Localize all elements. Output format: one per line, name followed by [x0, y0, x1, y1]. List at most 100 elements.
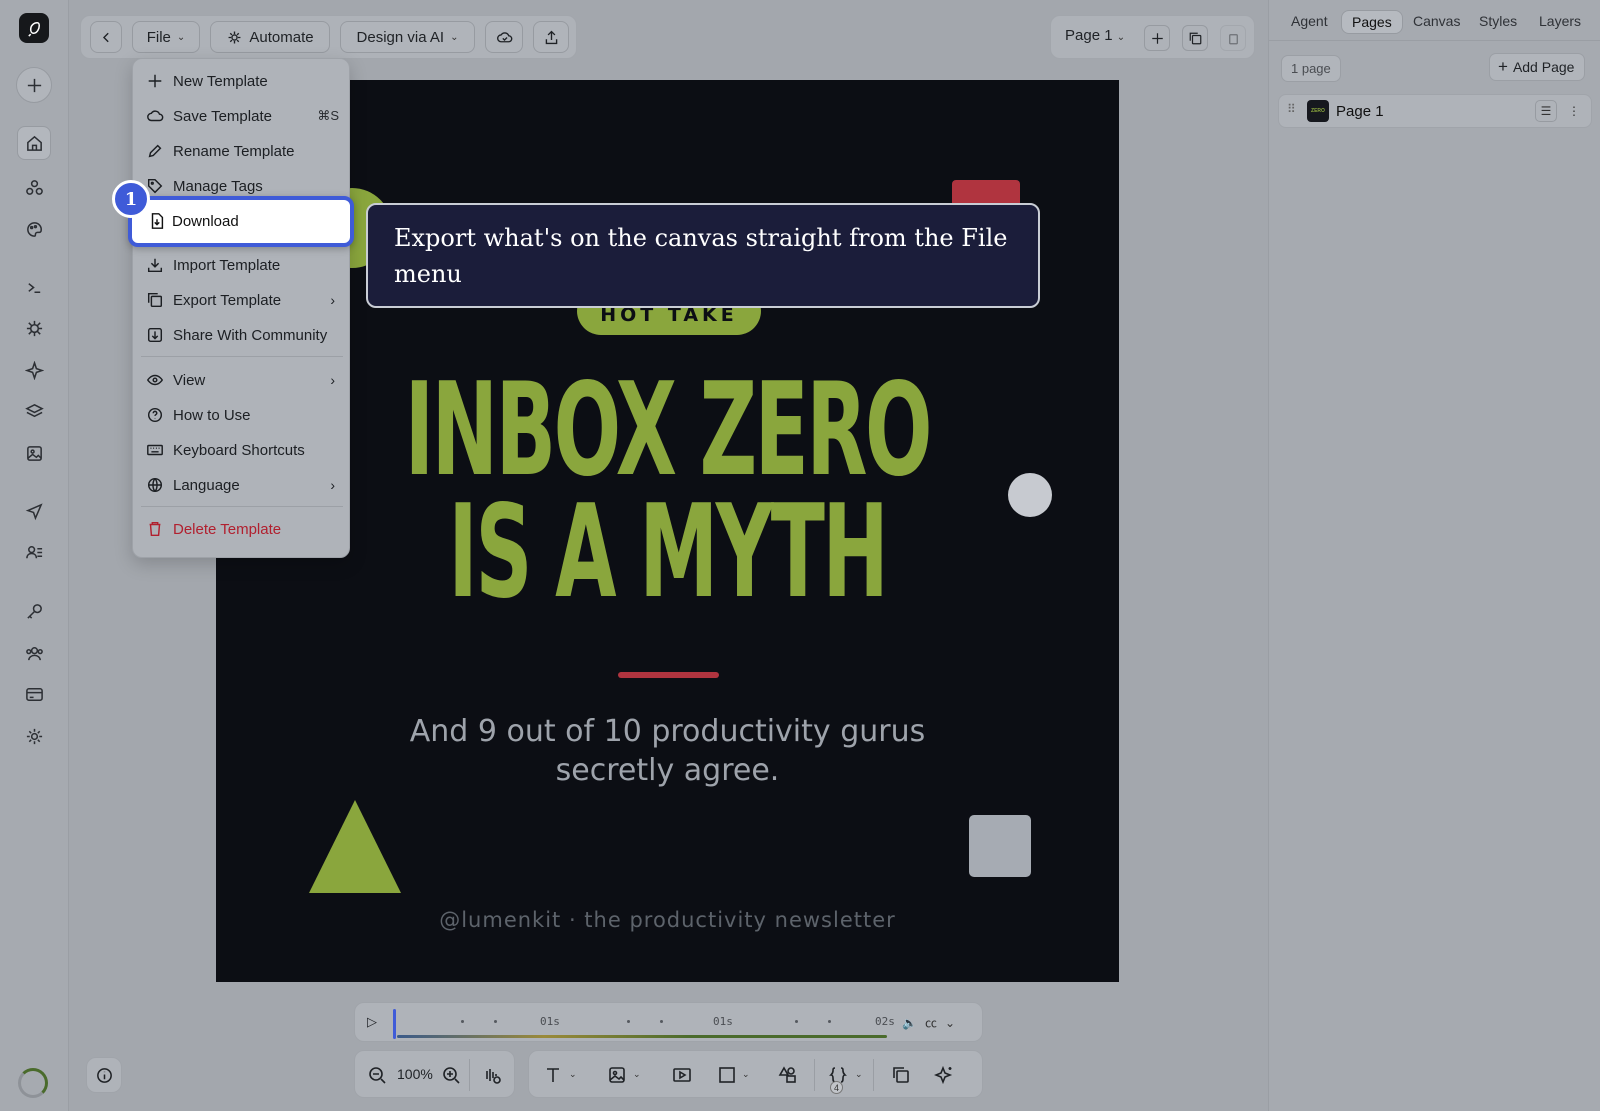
sparkle-icon [934, 1065, 953, 1085]
back-button[interactable] [90, 21, 122, 53]
audio-waveform-button[interactable] [479, 1063, 503, 1087]
page-selector[interactable]: Page 1 ⌄ [1065, 27, 1125, 44]
chevron-right-icon: › [330, 372, 335, 388]
tab-pages[interactable]: Pages [1341, 10, 1403, 34]
gray-square-shape[interactable] [969, 815, 1031, 877]
playhead[interactable] [393, 1009, 396, 1039]
terminal-icon[interactable] [17, 270, 51, 304]
send-icon[interactable] [17, 494, 51, 528]
import-icon [146, 256, 164, 274]
home-icon[interactable] [17, 126, 51, 160]
headline-text[interactable]: INBOX ZERO IS A MYTH [387, 367, 947, 617]
menu-item-delete-template[interactable]: Delete Template [133, 513, 351, 545]
key-icon[interactable] [17, 594, 51, 628]
zoom-in-button[interactable] [439, 1063, 463, 1087]
app-logo-icon[interactable] [19, 13, 49, 43]
page-list-item[interactable]: ⠿ ZERO Page 1 ☰ ⋮ [1278, 94, 1592, 128]
drag-handle-icon[interactable]: ⠿ [1287, 102, 1296, 116]
trash-icon [1228, 33, 1238, 44]
captions-icon[interactable]: ㏄ [925, 1016, 945, 1030]
billing-icon[interactable] [17, 677, 51, 711]
image-icon[interactable] [17, 436, 51, 470]
duplicate-icon [893, 1067, 909, 1083]
shapes-icon [778, 1066, 796, 1083]
shape-tool-button[interactable] [715, 1063, 739, 1087]
green-triangle-shape[interactable] [309, 800, 401, 893]
duplicate-page-button[interactable] [1182, 25, 1208, 51]
red-divider-line[interactable] [618, 672, 719, 678]
share-button[interactable] [533, 21, 569, 53]
zoom-level[interactable]: 100% [397, 1066, 433, 1082]
more-options-icon[interactable]: ⋮ [1563, 100, 1585, 122]
palette-icon[interactable] [17, 212, 51, 246]
layers-icon[interactable] [17, 394, 51, 428]
menu-item-save-template[interactable]: Save Template ⌘S [133, 100, 351, 132]
file-dropdown-menu: New Template Save Template ⌘S Rename Tem… [132, 58, 350, 558]
text-tool-button[interactable] [541, 1063, 565, 1087]
menu-item-how-to-use[interactable]: How to Use [133, 399, 351, 431]
handle-text[interactable]: @lumenkit · the productivity newsletter [216, 908, 1119, 932]
duplicate-icon [1189, 32, 1201, 44]
add-page-button[interactable]: + Add Page [1489, 53, 1586, 81]
video-tool-button[interactable] [670, 1063, 694, 1087]
info-button[interactable] [86, 1057, 122, 1093]
menu-item-download[interactable]: Download [128, 196, 354, 247]
menu-item-label: Save Template [173, 107, 272, 125]
plus-icon [146, 72, 164, 90]
chevron-left-icon [102, 32, 109, 42]
sparkle-icon[interactable] [17, 353, 51, 387]
chevron-down-icon[interactable]: ⌄ [742, 1069, 750, 1080]
duplicate-button[interactable] [889, 1063, 913, 1087]
timeline-bar[interactable]: ▷ 01s 01s 02s 🔈㏄⌄ [354, 1002, 983, 1042]
menu-item-keyboard-shortcuts[interactable]: Keyboard Shortcuts [133, 434, 351, 466]
video-icon [673, 1068, 691, 1082]
play-icon[interactable]: ▷ [367, 1014, 377, 1030]
chevron-down-icon[interactable]: ⌄ [855, 1069, 863, 1080]
design-via-ai-button[interactable]: Design via AI ⌄ [340, 21, 475, 53]
add-page-label: Add Page [1512, 59, 1575, 75]
subheadline-text[interactable]: And 9 out of 10 productivity gurus secre… [366, 712, 969, 790]
add-icon[interactable] [16, 67, 52, 103]
team-icon[interactable] [17, 636, 51, 670]
chevron-down-icon[interactable]: ⌄ [945, 1016, 963, 1030]
delete-page-button[interactable] [1220, 25, 1246, 51]
automate-button[interactable]: Automate [210, 21, 330, 53]
tab-canvas[interactable]: Canvas [1403, 10, 1470, 32]
page-settings-icon[interactable]: ☰ [1535, 100, 1557, 122]
white-circle-shape[interactable] [1008, 473, 1052, 517]
tick-dot [461, 1020, 464, 1023]
ai-magic-button[interactable] [932, 1063, 956, 1087]
zoom-out-button[interactable] [365, 1063, 389, 1087]
tab-layers[interactable]: Layers [1529, 10, 1591, 32]
download-file-icon [148, 212, 166, 230]
menu-item-view[interactable]: View › [133, 364, 351, 396]
chevron-down-icon[interactable]: ⌄ [633, 1069, 641, 1080]
tab-styles[interactable]: Styles [1469, 10, 1527, 32]
share-community-icon [146, 326, 164, 344]
menu-item-export-template[interactable]: Export Template › [133, 284, 351, 316]
tick-dot [828, 1020, 831, 1023]
pencil-icon [146, 142, 164, 160]
menu-item-language[interactable]: Language › [133, 469, 351, 501]
elements-tool-button[interactable] [776, 1063, 800, 1087]
menu-item-label: Import Template [173, 256, 281, 274]
tab-agent[interactable]: Agent [1281, 10, 1338, 32]
volume-icon[interactable]: 🔈 [902, 1016, 925, 1030]
image-tool-button[interactable] [605, 1063, 629, 1087]
right-panel: Agent Pages Canvas Styles Layers 1 page … [1268, 0, 1600, 1111]
components-icon[interactable] [17, 170, 51, 204]
menu-item-rename-template[interactable]: Rename Template [133, 135, 351, 167]
chevron-down-icon[interactable]: ⌄ [569, 1069, 577, 1080]
settings-gear-icon[interactable] [17, 719, 51, 753]
menu-item-label: Download [172, 213, 239, 230]
menu-item-new-template[interactable]: New Template [133, 65, 351, 97]
menu-item-import-template[interactable]: Import Template [133, 249, 351, 281]
automation-icon[interactable] [17, 311, 51, 345]
cloud-sync-button[interactable] [485, 21, 523, 53]
globe-icon [146, 476, 164, 494]
file-menu-button[interactable]: File ⌄ [132, 21, 200, 53]
timeline-controls[interactable]: 🔈㏄⌄ [902, 1014, 963, 1031]
add-page-button[interactable] [1144, 25, 1170, 51]
menu-item-share-community[interactable]: Share With Community [133, 319, 351, 351]
contacts-icon[interactable] [17, 535, 51, 569]
